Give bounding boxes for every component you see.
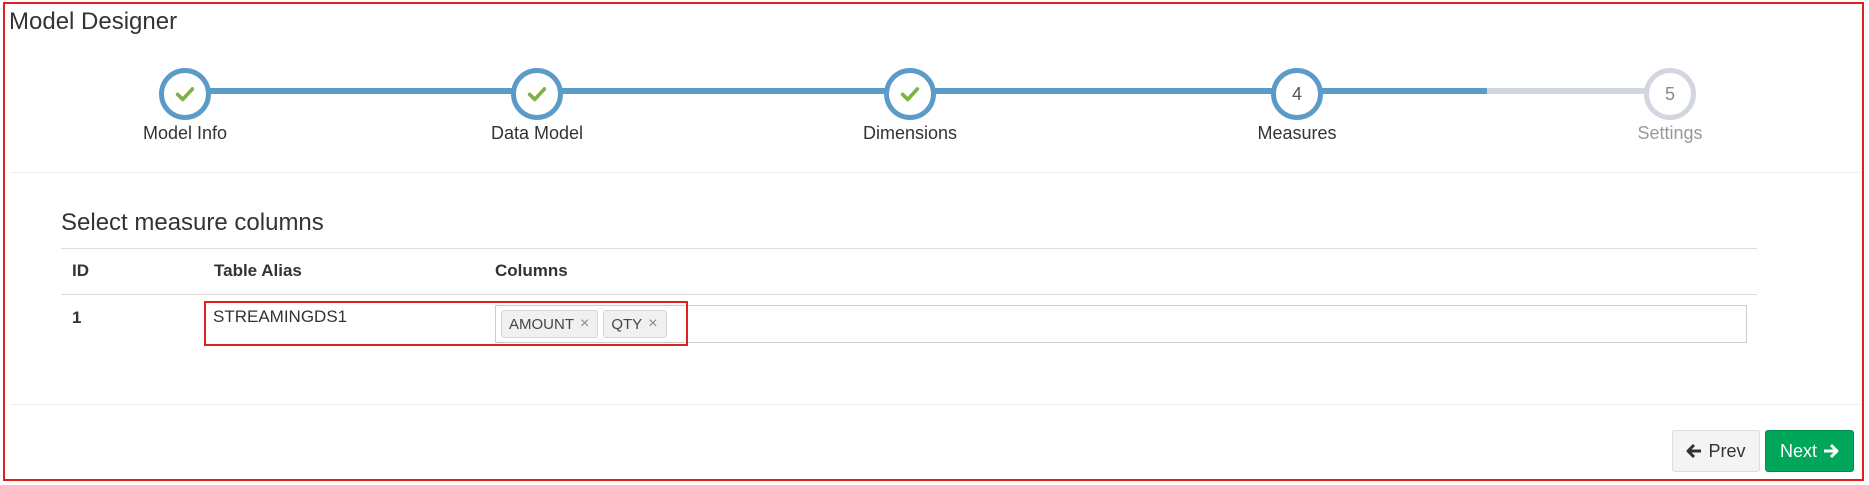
next-button-label: Next — [1779, 440, 1817, 461]
highlight-annotation — [204, 301, 688, 346]
header-id: ID — [72, 261, 89, 280]
wizard-step-data-model[interactable] — [511, 68, 563, 120]
prev-button-label: Prev — [1708, 440, 1746, 461]
table-rule-header — [61, 294, 1757, 295]
wizard-track-remaining — [1487, 88, 1649, 94]
divider — [10, 404, 1860, 405]
wizard-step-measures[interactable]: 4 — [1271, 68, 1323, 120]
arrow-left-icon — [1686, 443, 1702, 459]
arrow-right-icon — [1824, 443, 1839, 459]
highlight-frame — [3, 2, 1864, 481]
step-number: 4 — [1291, 83, 1302, 104]
wizard-step-model-info[interactable] — [159, 68, 211, 120]
table-rule-top — [61, 248, 1757, 249]
next-button[interactable]: Next — [1765, 430, 1854, 472]
prev-button[interactable]: Prev — [1672, 430, 1760, 472]
divider — [10, 172, 1860, 173]
header-table-alias: Table Alias — [214, 261, 302, 280]
row-id: 1 — [72, 308, 82, 327]
check-icon — [175, 87, 195, 102]
wizard-step-label: Measures — [1257, 123, 1337, 143]
wizard-step-settings[interactable]: 5 — [1644, 68, 1696, 120]
step-number: 5 — [1664, 83, 1675, 104]
page-title: Model Designer — [9, 8, 178, 35]
check-icon — [527, 87, 547, 102]
wizard-step-label: Settings — [1637, 123, 1703, 143]
wizard-step-label: Dimensions — [862, 123, 958, 143]
check-icon — [900, 87, 920, 102]
section-title: Select measure columns — [61, 209, 324, 236]
wizard-step-label: Data Model — [490, 123, 584, 143]
wizard-step-label: Model Info — [142, 123, 228, 143]
wizard-step-dimensions[interactable] — [884, 68, 936, 120]
header-columns: Columns — [495, 261, 568, 280]
